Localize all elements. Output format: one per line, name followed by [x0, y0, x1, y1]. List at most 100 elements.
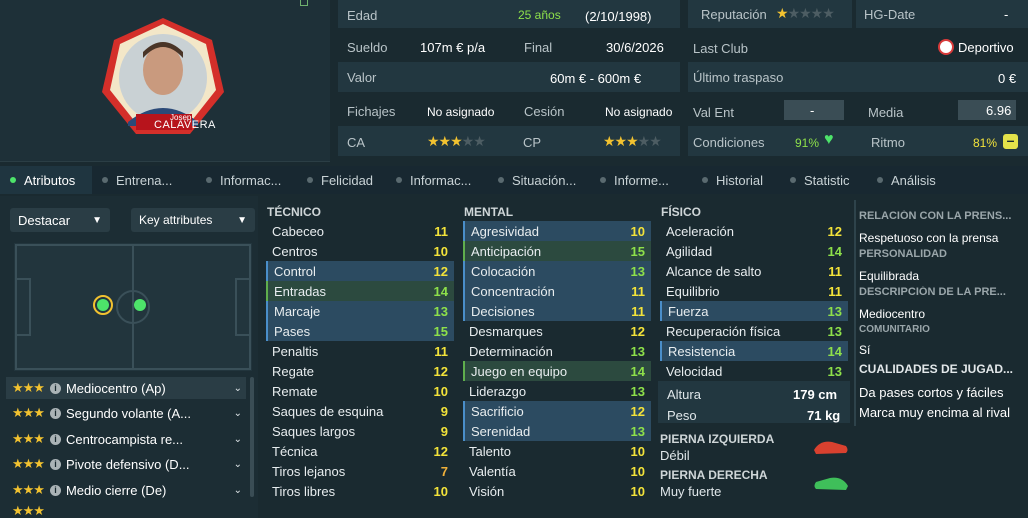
info-icon[interactable]: i [49, 433, 61, 445]
attribute-row[interactable]: Agresividad 10 [463, 221, 651, 241]
attribute-row[interactable]: Técnica 12 [266, 441, 454, 461]
attribute-name: Talento [469, 443, 511, 459]
destacar-label: Destacar [18, 212, 71, 228]
attribute-row[interactable]: Regate 12 [266, 361, 454, 381]
attribute-value: 11 [828, 283, 842, 299]
attribute-row[interactable]: Decisiones 11 [463, 301, 651, 321]
attribute-value: 11 [434, 343, 448, 359]
portrait-panel: Josep CALAVERA [0, 0, 330, 162]
chevron-down-icon[interactable]: ⌄ [234, 459, 242, 470]
left-panel: Destacar ▼ Key attributes ▼ ★★★ i Medioce… [0, 196, 258, 518]
attribute-value: 12 [630, 403, 645, 419]
cp-stars: ★★★★★ [603, 133, 662, 149]
attribute-row[interactable]: Cabeceo 11 [266, 221, 454, 241]
attribute-name: Serenidad [471, 423, 531, 439]
role-item[interactable]: ★★★ i Segundo volante (A... ⌄ [6, 402, 246, 424]
attribute-value: 13 [433, 303, 448, 319]
valent-value: - [810, 103, 815, 118]
attribute-row[interactable]: Penaltis 11 [266, 341, 454, 361]
role-item[interactable]: ★★★ i Pivote defensivo (D... ⌄ [6, 453, 246, 475]
attribute-row[interactable]: Valentía 10 [463, 461, 651, 481]
tab-felicidad[interactable]: Felicidad [297, 166, 386, 194]
attribute-value: 11 [631, 283, 645, 299]
info-icon[interactable]: i [49, 484, 61, 496]
info-icon[interactable]: i [49, 458, 61, 470]
role-item[interactable]: ★★★ i Mediocentro (Ap) ⌄ [6, 377, 246, 399]
attribute-row[interactable]: Desmarques 12 [463, 321, 651, 341]
ritmo-minus-icon: – [1003, 133, 1018, 149]
tab-atributos[interactable]: Atributos [0, 166, 92, 194]
attribute-row[interactable]: Resistencia 14 [660, 341, 848, 361]
key-attributes-dropdown[interactable]: Key attributes ▼ [131, 208, 255, 232]
role-stars: ★★★ [12, 504, 45, 518]
attribute-row[interactable]: Determinación 13 [463, 341, 651, 361]
attribute-name: Liderazgo [469, 383, 527, 399]
attribute-row[interactable]: Alcance de salto 11 [660, 261, 848, 281]
attribute-row[interactable]: Control 12 [266, 261, 454, 281]
info-icon[interactable]: i [49, 407, 61, 419]
chevron-down-icon[interactable]: ⌄ [234, 383, 242, 394]
attribute-row[interactable]: Centros 10 [266, 241, 454, 261]
attribute-row[interactable]: Saques de esquina 9 [266, 401, 454, 421]
attribute-row[interactable]: Fuerza 13 [660, 301, 848, 321]
roles-scrollbar[interactable] [250, 377, 254, 497]
attribute-value: 10 [630, 443, 645, 459]
chevron-down-icon[interactable]: ⌄ [234, 408, 242, 419]
attribute-row[interactable]: Colocación 13 [463, 261, 651, 281]
attribute-value: 15 [630, 243, 645, 259]
attribute-name: Control [274, 263, 316, 279]
attribute-row[interactable]: Concentración 11 [463, 281, 651, 301]
attribute-row[interactable]: Marcaje 13 [266, 301, 454, 321]
attribute-row[interactable]: Visión 10 [463, 481, 651, 501]
right-boot-icon [814, 477, 848, 490]
attribute-row[interactable]: Recuperación física 13 [660, 321, 848, 341]
tab-entrenamiento[interactable]: Entrena... [92, 166, 196, 194]
attribute-name: Desmarques [469, 323, 543, 339]
attribute-name: Velocidad [666, 363, 723, 379]
destacar-dropdown[interactable]: Destacar ▼ [10, 208, 110, 232]
cual-title: CUALIDADES DE JUGAD... [859, 362, 1014, 376]
attribute-row[interactable]: Juego en equipo 14 [463, 361, 651, 381]
attribute-name: Agresividad [471, 223, 539, 239]
tab-analisis[interactable]: Análisis [867, 166, 957, 194]
role-name: Mediocentro (Ap) [65, 380, 166, 396]
tab-historial[interactable]: Historial [692, 166, 780, 194]
chevron-down-icon[interactable]: ⌄ [234, 434, 242, 445]
attribute-row[interactable]: Liderazgo 13 [463, 381, 651, 401]
attribute-row[interactable]: Sacrificio 12 [463, 401, 651, 421]
tab-informacion-2[interactable]: Informac... [386, 166, 488, 194]
tab-bar: Atributos Entrena... Informac... Felicid… [0, 166, 1028, 194]
tab-informe[interactable]: Informe... [590, 166, 692, 194]
altura-label: Altura [667, 387, 701, 402]
attribute-row[interactable]: Remate 10 [266, 381, 454, 401]
chevron-down-icon: ▼ [237, 214, 247, 226]
left-boot-icon [814, 441, 848, 454]
ca-label: CA [347, 135, 366, 150]
tab-situacion[interactable]: Situación... [488, 166, 590, 194]
attribute-row[interactable]: Pases 15 [266, 321, 454, 341]
role-item[interactable]: ★★★ i Medio cierre (De) ⌄ [6, 479, 246, 501]
attribute-name: Marcaje [274, 303, 321, 319]
chevron-down-icon[interactable]: ⌄ [234, 485, 242, 496]
role-item-partial[interactable]: ★★★ [6, 504, 246, 518]
attribute-name: Sacrificio [471, 403, 524, 419]
attribute-row[interactable]: Agilidad 14 [660, 241, 848, 261]
attribute-row[interactable]: Talento 10 [463, 441, 651, 461]
attribute-row[interactable]: Tiros lejanos 7 [266, 461, 454, 481]
reputacion-stars: ★★★★★ [776, 5, 835, 21]
info-icon[interactable]: i [49, 382, 61, 394]
attribute-row[interactable]: Velocidad 13 [660, 361, 848, 381]
attribute-row[interactable]: Tiros libres 10 [266, 481, 454, 501]
attribute-name: Resistencia [668, 343, 736, 359]
attribute-row[interactable]: Anticipación 15 [463, 241, 651, 261]
attribute-row[interactable]: Aceleración 12 [660, 221, 848, 241]
tab-statistic[interactable]: Statistic [780, 166, 867, 194]
attribute-row[interactable]: Entradas 14 [266, 281, 454, 301]
pierna-izq-value: Débil [660, 448, 690, 463]
attribute-row[interactable]: Serenidad 13 [463, 421, 651, 441]
role-item[interactable]: ★★★ i Centrocampista re... ⌄ [6, 428, 246, 450]
attribute-row[interactable]: Saques largos 9 [266, 421, 454, 441]
tab-informacion[interactable]: Informac... [196, 166, 297, 194]
attribute-row[interactable]: Equilibrio 11 [660, 281, 848, 301]
lastclub-value[interactable]: Deportivo [958, 40, 1014, 55]
